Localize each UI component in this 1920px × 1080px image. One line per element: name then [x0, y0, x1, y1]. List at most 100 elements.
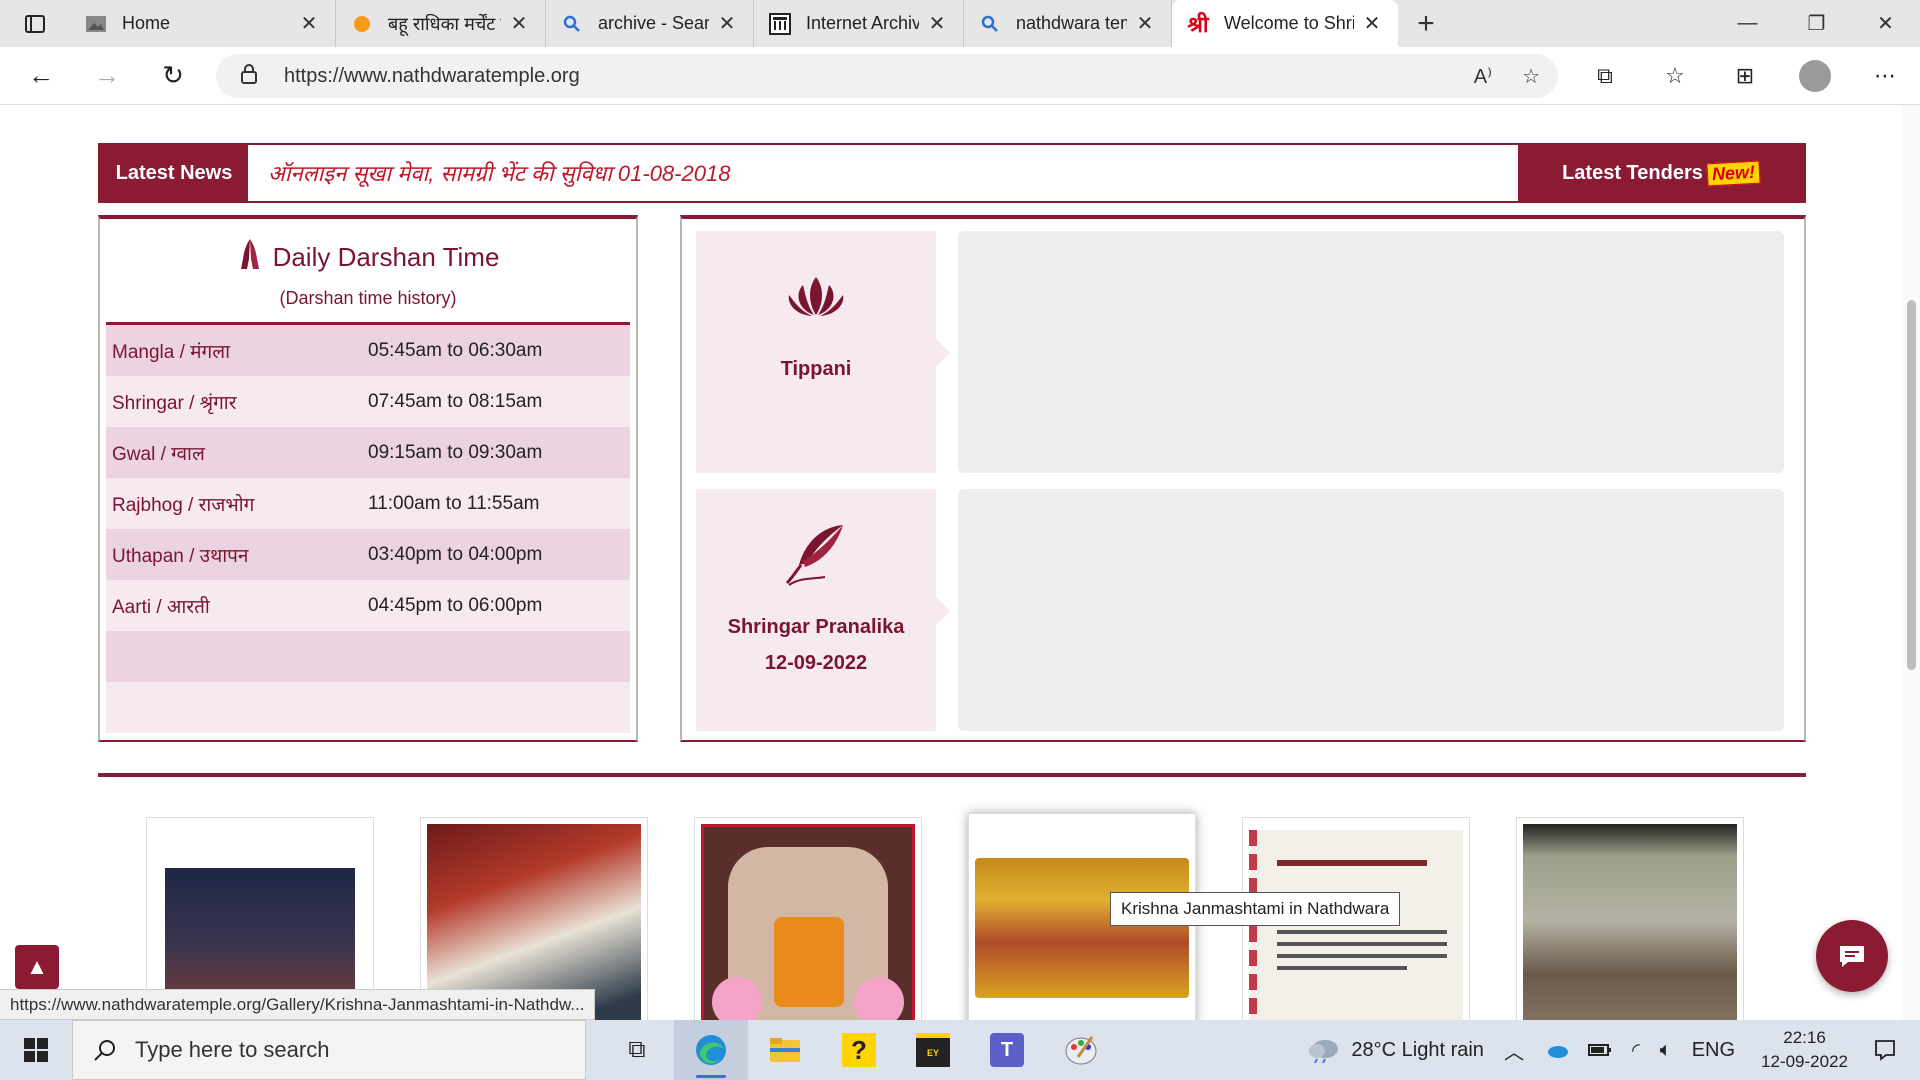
web-page: Latest News ऑनलाइन सूखा मेवा, सामग्री भे… — [0, 105, 1902, 1020]
battery-icon[interactable] — [1587, 1043, 1612, 1057]
darshan-time: 09:15am to 09:30am — [368, 441, 543, 463]
news-ticker[interactable]: ऑनलाइन सूखा मेवा, सामग्री भेंट की सुविधा… — [248, 158, 1518, 188]
edge-app[interactable] — [674, 1020, 748, 1080]
latest-news-label: Latest News — [100, 144, 248, 202]
darshan-row: Gwal / ग्वाल 09:15am to 09:30am — [106, 427, 630, 478]
page-scrollbar[interactable] — [1902, 105, 1920, 1020]
restore-button[interactable]: ❐ — [1782, 0, 1851, 47]
tab-title: archive - Search — [598, 13, 709, 33]
tab-title: nathdwara temple - — [1016, 13, 1127, 33]
new-tab-button[interactable]: + — [1398, 0, 1454, 47]
latest-tenders-link[interactable]: Latest Tenders New! — [1518, 144, 1804, 202]
forward-button[interactable]: → — [74, 47, 140, 105]
search-icon — [560, 12, 584, 36]
teams-app[interactable]: T — [970, 1020, 1044, 1080]
status-bar-url: https://www.nathdwaratemple.org/Gallery/… — [0, 989, 596, 1020]
ey-discover-icon: EY — [916, 1033, 950, 1067]
task-view-button[interactable]: ⧉ — [600, 1020, 674, 1080]
news-bar: Latest News ऑनलाइन सूखा मेवा, सामग्री भे… — [98, 143, 1806, 203]
darshan-header: Daily Darshan Time (Darshan time history… — [106, 219, 630, 325]
tab-bar: Home ✕ बहू राधिका मर्चेंट के स ✕ archive… — [0, 0, 1920, 47]
add-favorite-icon[interactable]: ☆ — [1522, 64, 1540, 89]
url-field[interactable]: https://www.nathdwaratemple.org A⁾ ☆ — [216, 54, 1558, 98]
refresh-button[interactable]: ↻ — [140, 47, 206, 105]
darshan-row: Uthapan / उथापन 03:40pm to 04:00pm — [106, 529, 630, 580]
darshan-time: 07:45am to 08:15am — [368, 390, 543, 412]
profile-avatar[interactable] — [1799, 60, 1831, 92]
page-icon — [84, 12, 108, 36]
start-button[interactable] — [0, 1020, 72, 1080]
clock[interactable]: 22:16 12-09-2022 — [1761, 1026, 1848, 1074]
shringar-content-box — [958, 489, 1784, 731]
tippani-content-box — [958, 231, 1784, 473]
paint-palette-icon — [1065, 1036, 1097, 1065]
shringar-label: Shringar Pranalika 12-09-2022 — [728, 609, 905, 681]
more-menu-icon[interactable]: ⋯ — [1850, 63, 1920, 89]
weather-text: 28°C Light rain — [1351, 1038, 1484, 1061]
gallery-item[interactable] — [694, 817, 922, 1020]
close-tab-icon[interactable]: ✕ — [715, 11, 739, 36]
paint-app[interactable] — [1044, 1020, 1118, 1080]
feather-icon — [781, 519, 851, 589]
shringar-pranalika-card[interactable]: Shringar Pranalika 12-09-2022 — [696, 489, 950, 731]
search-icon — [94, 1040, 115, 1061]
collections-icon[interactable]: ⊞ — [1710, 63, 1780, 89]
tab-nathdwara-search[interactable]: nathdwara temple - ✕ — [964, 0, 1172, 47]
darshan-row: Shringar / श्रृंगार 07:45am to 08:15am — [106, 376, 630, 427]
file-explorer-app[interactable] — [748, 1020, 822, 1080]
close-tab-icon[interactable]: ✕ — [297, 11, 321, 36]
tippani-label: Tippani — [780, 358, 852, 380]
tab-title: Welcome to Shrinat — [1224, 13, 1354, 33]
close-tab-icon[interactable]: ✕ — [1133, 11, 1157, 36]
minimize-button[interactable]: — — [1713, 0, 1782, 47]
address-bar: ← → ↻ https://www.nathdwaratemple.org A⁾… — [0, 47, 1920, 105]
chat-button[interactable] — [1816, 920, 1888, 992]
plus-icon: + — [1417, 6, 1435, 40]
darshan-history-link[interactable]: (Darshan time history) — [106, 288, 630, 309]
darshan-time-panel: Daily Darshan Time (Darshan time history… — [98, 215, 638, 742]
scroll-to-top-button[interactable]: ▲ — [15, 945, 59, 989]
gallery-item[interactable] — [1516, 817, 1744, 1020]
back-button[interactable]: ← — [8, 47, 74, 105]
notifications-icon[interactable] — [1874, 1039, 1896, 1061]
clock-time: 22:16 — [1783, 1028, 1826, 1047]
darshan-row: Rajbhog / राजभोग 11:00am to 11:55am — [106, 478, 630, 529]
gallery-photo — [701, 824, 915, 1020]
tab-home[interactable]: Home ✕ — [70, 0, 336, 47]
gallery-photo — [975, 858, 1189, 998]
taskbar-search[interactable]: Type here to search — [72, 1020, 586, 1080]
help-app[interactable]: ? — [822, 1020, 896, 1080]
darshan-name: Mangla / मंगला — [112, 341, 231, 363]
scrollbar-thumb[interactable] — [1907, 300, 1916, 670]
extensions-icon[interactable]: ⧉ — [1570, 63, 1640, 89]
volume-icon[interactable]: 🔈︎ — [1660, 1039, 1672, 1062]
onedrive-icon[interactable] — [1544, 1042, 1568, 1058]
tab-internet-archive[interactable]: Internet Archive: Di ✕ — [754, 0, 964, 47]
cloud-rain-icon — [1309, 1040, 1339, 1063]
darshan-name: Shringar / श्रृंगार — [112, 392, 237, 414]
language-indicator[interactable]: ENG — [1692, 1039, 1735, 1062]
tenders-label: Latest Tenders — [1562, 161, 1703, 184]
ey-discover-app[interactable]: EY — [896, 1020, 970, 1080]
browser-toolbar: ⧉ ☆ ⊞ ⋯ — [1570, 47, 1920, 105]
wifi-icon[interactable]: ◜ — [1632, 1038, 1640, 1063]
darshan-row: Aarti / आरती 04:45pm to 06:00pm — [106, 580, 630, 631]
close-tab-icon[interactable]: ✕ — [925, 11, 949, 36]
tab-news[interactable]: बहू राधिका मर्चेंट के स ✕ — [336, 0, 546, 47]
tab-shrinathji[interactable]: श्री Welcome to Shrinat ✕ — [1172, 0, 1398, 47]
darshan-name: Aarti / आरती — [112, 596, 210, 618]
tab-title: Internet Archive: Di — [806, 13, 919, 33]
read-aloud-icon[interactable]: A⁾ — [1474, 64, 1492, 89]
tab-archive-search[interactable]: archive - Search ✕ — [546, 0, 754, 47]
tray-chevron-up-icon[interactable]: ︿ — [1504, 1036, 1524, 1065]
tab-actions-button[interactable] — [0, 0, 70, 47]
favorites-icon[interactable]: ☆ — [1640, 63, 1710, 89]
darshan-time: 03:40pm to 04:00pm — [368, 543, 543, 565]
shri-icon: श्री — [1187, 11, 1209, 37]
close-window-button[interactable]: ✕ — [1851, 0, 1920, 47]
namaste-hands-icon — [237, 237, 263, 278]
tippani-card[interactable]: Tippani — [696, 231, 950, 473]
close-tab-icon[interactable]: ✕ — [1360, 11, 1384, 36]
close-tab-icon[interactable]: ✕ — [507, 11, 531, 36]
weather-widget[interactable]: 28°C Light rain — [1307, 1037, 1484, 1063]
